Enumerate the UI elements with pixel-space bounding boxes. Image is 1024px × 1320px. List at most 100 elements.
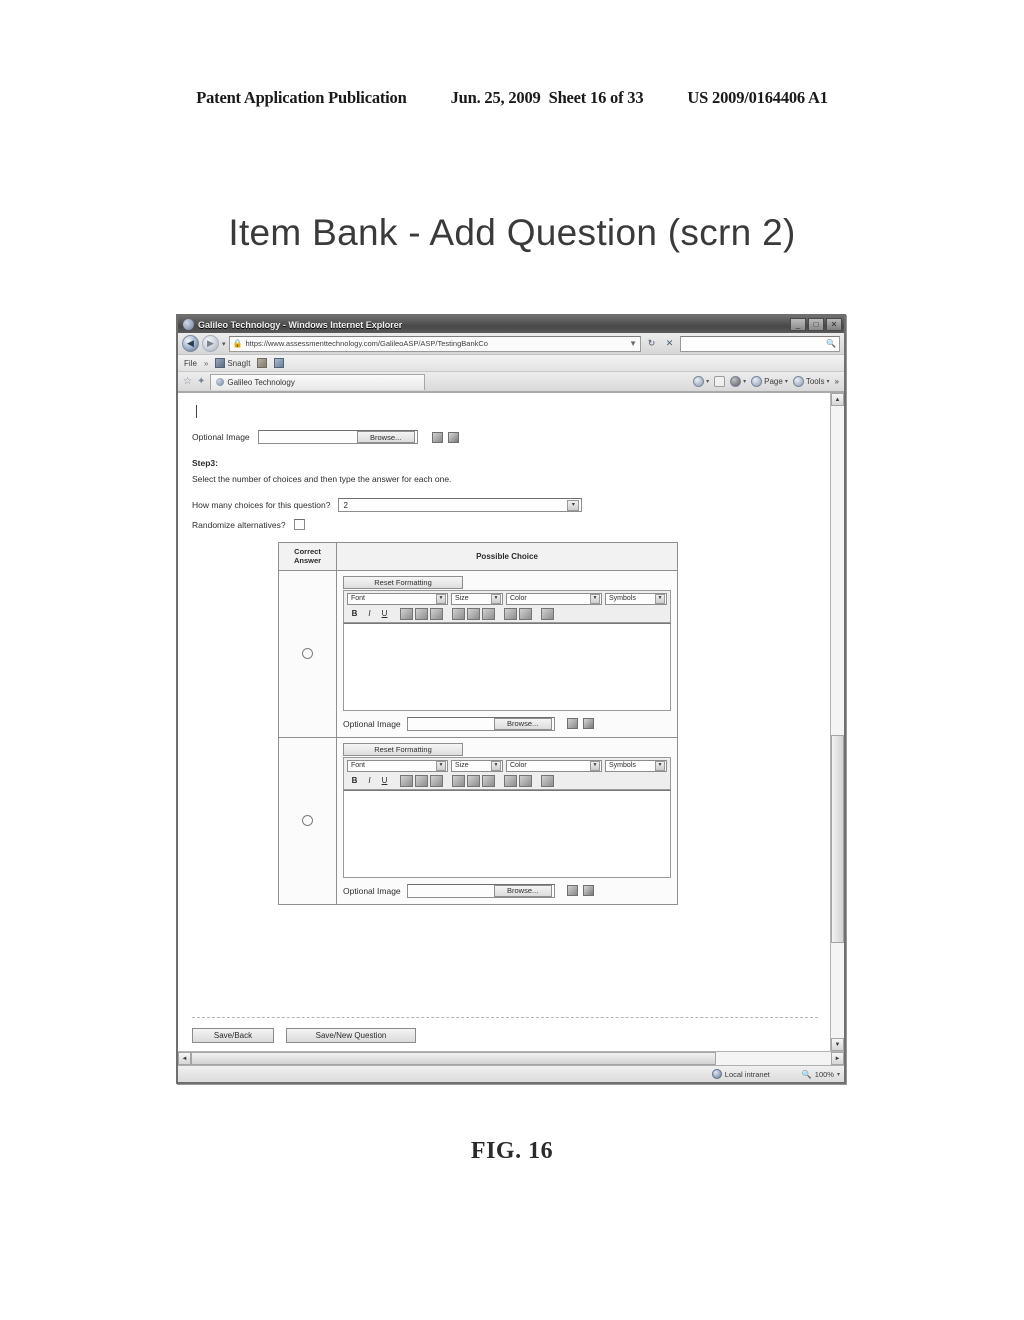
page-caret-icon[interactable]: ▾ bbox=[785, 378, 788, 385]
cut-icon[interactable] bbox=[452, 775, 465, 788]
browser-tab-galileo[interactable]: Galileo Technology bbox=[210, 373, 426, 390]
chevron-down-icon[interactable]: ▼ bbox=[590, 760, 600, 771]
chevron-down-icon[interactable]: ▼ bbox=[436, 593, 446, 604]
font-select[interactable]: Font ▼ bbox=[347, 759, 448, 772]
reset-formatting-button[interactable]: Reset Formatting bbox=[343, 575, 463, 589]
chevron-down-icon[interactable]: ▼ bbox=[491, 593, 501, 604]
bold-button[interactable]: B bbox=[348, 608, 361, 620]
size-select[interactable]: Size ▼ bbox=[451, 592, 503, 605]
preview-image-icon[interactable] bbox=[582, 885, 594, 897]
url-dropdown-icon[interactable]: ▼ bbox=[629, 339, 637, 348]
chevron-down-icon[interactable]: ▾ bbox=[567, 499, 580, 511]
snagit-options-icon[interactable] bbox=[274, 358, 285, 368]
chevron-down-icon[interactable]: ▼ bbox=[491, 760, 501, 771]
indent-icon[interactable] bbox=[519, 608, 532, 621]
outdent-icon[interactable] bbox=[504, 775, 517, 788]
snagit-toolbar[interactable]: SnagIt bbox=[215, 358, 250, 368]
reset-formatting-button[interactable]: Reset Formatting bbox=[343, 742, 463, 756]
color-select[interactable]: Color ▼ bbox=[506, 759, 602, 772]
feeds-icon[interactable] bbox=[714, 376, 726, 387]
scroll-right-button[interactable]: ► bbox=[831, 1052, 844, 1065]
symbols-select[interactable]: Symbols ▼ bbox=[605, 759, 667, 772]
chevron-down-icon[interactable]: ▼ bbox=[590, 593, 600, 604]
randomize-checkbox[interactable] bbox=[293, 519, 305, 530]
menu-item-file[interactable]: File bbox=[184, 359, 197, 368]
optional-image-input[interactable]: Browse... bbox=[406, 716, 555, 731]
color-select[interactable]: Color ▼ bbox=[506, 592, 602, 605]
browse-button[interactable]: Browse... bbox=[493, 717, 552, 730]
optional-image-input[interactable]: Browse... bbox=[257, 430, 418, 444]
home-button[interactable]: ▾ bbox=[693, 376, 709, 387]
close-button[interactable]: ✕ bbox=[826, 318, 842, 331]
align-left-icon[interactable] bbox=[400, 608, 413, 621]
cut-icon[interactable] bbox=[452, 608, 465, 621]
chevron-down-icon[interactable]: ▼ bbox=[655, 760, 665, 771]
back-arrow-icon[interactable]: ◀ bbox=[182, 335, 199, 352]
print-caret-icon[interactable]: ▾ bbox=[743, 378, 746, 385]
copy-icon[interactable] bbox=[467, 608, 480, 621]
page-menu-button[interactable]: Page ▾ bbox=[751, 376, 788, 387]
correct-answer-radio[interactable] bbox=[302, 648, 313, 660]
align-left-icon[interactable] bbox=[400, 775, 413, 788]
undo-icon[interactable] bbox=[541, 775, 554, 788]
scroll-up-button[interactable]: ▲ bbox=[831, 393, 844, 406]
align-center-icon[interactable] bbox=[415, 775, 428, 788]
choices-count-select[interactable]: 2 ▾ bbox=[338, 498, 583, 512]
align-right-icon[interactable] bbox=[430, 608, 443, 621]
maximize-button[interactable]: □ bbox=[808, 318, 824, 331]
horizontal-scroll-track[interactable] bbox=[191, 1052, 831, 1065]
preview-image-icon[interactable] bbox=[582, 718, 594, 730]
zoom-control[interactable]: 🔍 100% ▾ bbox=[802, 1070, 840, 1079]
search-input[interactable]: 🔍 bbox=[680, 335, 840, 352]
browse-button[interactable]: Browse... bbox=[356, 431, 415, 443]
undo-icon[interactable] bbox=[541, 608, 554, 621]
vertical-scrollbar[interactable]: ▲ ▼ bbox=[830, 393, 844, 1051]
horizontal-scrollbar[interactable]: ◄ ► bbox=[178, 1051, 844, 1065]
symbols-select[interactable]: Symbols ▼ bbox=[605, 592, 667, 605]
url-bar[interactable]: 🔒 https://www.assessmenttechnology.com/G… bbox=[228, 335, 641, 352]
chevron-down-icon[interactable]: ▼ bbox=[655, 593, 665, 604]
history-dropdown-icon[interactable]: ▾ bbox=[222, 340, 226, 348]
font-select[interactable]: Font ▼ bbox=[347, 592, 448, 605]
paste-icon[interactable] bbox=[482, 775, 495, 788]
search-icon[interactable]: 🔍 bbox=[826, 339, 836, 348]
copy-icon[interactable] bbox=[467, 775, 480, 788]
vertical-scroll-thumb[interactable] bbox=[831, 734, 844, 944]
editor-text-area[interactable] bbox=[343, 789, 671, 878]
align-center-icon[interactable] bbox=[415, 608, 428, 621]
editor-text-area[interactable] bbox=[343, 622, 671, 711]
underline-button[interactable]: U bbox=[378, 775, 391, 787]
underline-button[interactable]: U bbox=[378, 608, 391, 620]
security-zone[interactable]: Local intranet bbox=[711, 1069, 770, 1079]
correct-answer-radio[interactable] bbox=[302, 815, 313, 827]
save-back-button[interactable]: Save/Back bbox=[192, 1028, 274, 1043]
upload-image-icon[interactable] bbox=[431, 431, 443, 443]
bold-button[interactable]: B bbox=[348, 775, 361, 787]
browse-button[interactable]: Browse... bbox=[493, 884, 552, 897]
tools-caret-icon[interactable]: ▾ bbox=[827, 378, 830, 385]
add-favorites-icon[interactable]: ✦ bbox=[197, 376, 205, 387]
forward-arrow-icon[interactable]: ▶ bbox=[202, 335, 219, 352]
upload-image-icon[interactable] bbox=[566, 885, 578, 897]
optional-image-input[interactable]: Browse... bbox=[406, 883, 555, 898]
vertical-scroll-track[interactable] bbox=[831, 406, 844, 1038]
refresh-icon[interactable]: ↻ bbox=[644, 336, 659, 351]
toolbar-overflow-icon[interactable]: » bbox=[835, 377, 839, 386]
minimize-button[interactable]: _ bbox=[790, 318, 806, 331]
italic-button[interactable]: I bbox=[363, 775, 376, 787]
zoom-caret-icon[interactable]: ▾ bbox=[837, 1071, 840, 1078]
snagit-capture-icon[interactable] bbox=[257, 358, 268, 368]
print-button[interactable]: ▾ bbox=[730, 376, 746, 387]
paste-icon[interactable] bbox=[482, 608, 495, 621]
home-caret-icon[interactable]: ▾ bbox=[706, 378, 709, 385]
scroll-down-button[interactable]: ▼ bbox=[831, 1038, 844, 1051]
tools-menu-button[interactable]: Tools ▾ bbox=[792, 376, 830, 387]
horizontal-scroll-thumb[interactable] bbox=[191, 1052, 716, 1065]
outdent-icon[interactable] bbox=[504, 608, 517, 621]
scroll-left-button[interactable]: ◄ bbox=[178, 1052, 191, 1065]
indent-icon[interactable] bbox=[519, 775, 532, 788]
favorites-star-icon[interactable]: ☆ bbox=[183, 376, 192, 387]
chevron-down-icon[interactable]: ▼ bbox=[436, 760, 446, 771]
italic-button[interactable]: I bbox=[363, 608, 376, 620]
stop-icon[interactable]: ✕ bbox=[662, 336, 677, 351]
